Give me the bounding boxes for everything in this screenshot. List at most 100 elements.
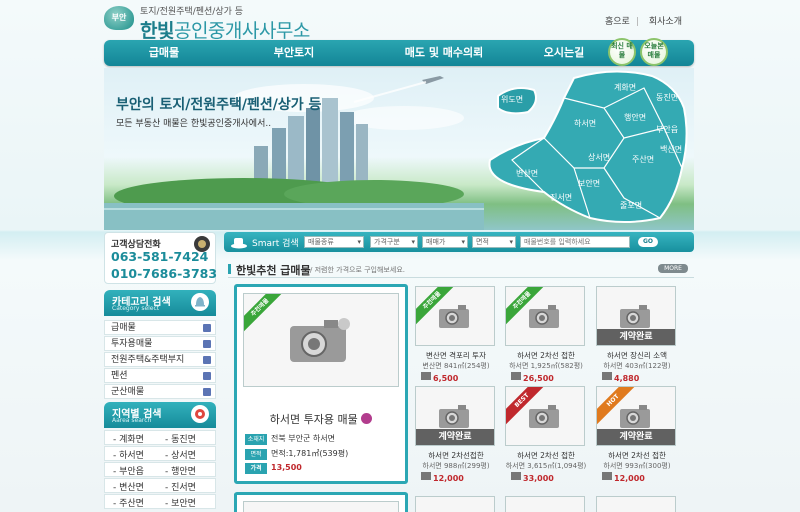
region-link[interactable]: - 변산면 bbox=[113, 480, 144, 493]
listing-thumbnail: 추천매물 bbox=[415, 286, 495, 346]
region-link[interactable]: - 동진면 bbox=[165, 432, 196, 445]
sale-price-select[interactable]: 매매가 bbox=[422, 236, 468, 248]
category-item-label: 투자용매물 bbox=[111, 339, 153, 349]
region-link[interactable]: - 행안면 bbox=[165, 464, 196, 477]
viewed-today-button[interactable]: 오늘본 매물 bbox=[640, 38, 668, 66]
category-item-label: 군산매물 bbox=[111, 387, 145, 397]
category-search-header: 카테고리 검색 Category select bbox=[104, 290, 216, 316]
listing-price-value: 33,000 bbox=[523, 474, 554, 483]
nav-directions[interactable]: 오시는길 bbox=[514, 40, 614, 66]
listing-card[interactable]: 계약완료 하서면 2차선접한 하서면 988㎡(299평) 12,000 bbox=[415, 386, 497, 484]
category-item[interactable]: 전원주택&주택부지 bbox=[104, 352, 216, 367]
recommend-subtitle: / 저렴한 가격으로 구입해보세요. bbox=[310, 266, 405, 274]
listing-price: 4,880 bbox=[602, 372, 639, 383]
region-link[interactable]: - 계화면 bbox=[113, 432, 144, 445]
more-button[interactable]: MORE bbox=[658, 264, 688, 273]
info-label: 소재지 bbox=[245, 434, 267, 445]
listing-area: 변산면 841㎡(254평) bbox=[422, 362, 490, 370]
featured-thumbnail bbox=[243, 501, 399, 512]
category-item-label: 급매물 bbox=[111, 323, 136, 333]
property-type-select[interactable]: 매물종류 bbox=[304, 236, 364, 248]
search-go-button[interactable]: GO bbox=[638, 237, 658, 247]
listing-area: 하서면 3,615㎡(1,094평) bbox=[505, 462, 587, 470]
home-link[interactable]: 홈으로 bbox=[605, 17, 630, 27]
sold-badge: 계약완료 bbox=[416, 429, 494, 445]
price-tag-icon bbox=[602, 472, 612, 480]
listing-thumbnail: 계약완료 bbox=[596, 286, 676, 346]
category-item[interactable]: 펜션 bbox=[104, 368, 216, 383]
map-district[interactable]: 행안면 bbox=[624, 112, 646, 123]
map-district[interactable]: 계화면 bbox=[614, 82, 636, 93]
camera-placeholder-icon bbox=[439, 405, 469, 428]
region-link[interactable]: - 상서면 bbox=[165, 448, 196, 461]
featured-listing-card[interactable]: 추천매물 하서면 투자용 매물 소재지 전북 부안군 하서면 면적 면적:1,781… bbox=[234, 284, 408, 484]
category-item-label: 전원주택&주택부지 bbox=[111, 355, 185, 365]
listing-price: 26,500 bbox=[511, 372, 554, 383]
map-district[interactable]: 진서면 bbox=[550, 192, 572, 203]
listing-area: 하서면 403㎡(122평) bbox=[603, 362, 671, 370]
map-district[interactable]: 보안면 bbox=[578, 178, 600, 189]
nav-sell-buy-request[interactable]: 매도 및 매수의뢰 bbox=[374, 40, 514, 66]
map-district[interactable]: 주산면 bbox=[632, 154, 654, 165]
category-item[interactable]: 군산매물 bbox=[104, 384, 216, 399]
map-district[interactable]: 백산면 bbox=[660, 144, 682, 155]
latest-listing-button[interactable]: 최신 매물 bbox=[608, 38, 636, 66]
region-link[interactable]: - 진서면 bbox=[165, 480, 196, 493]
map-district[interactable]: 줄포면 bbox=[620, 200, 642, 211]
map-district[interactable]: 동진면 bbox=[656, 92, 678, 103]
nav-urgent-sale[interactable]: 급매물 bbox=[114, 40, 214, 66]
region-row: - 하서면 - 상서면 bbox=[104, 446, 216, 461]
listing-number-input[interactable] bbox=[520, 236, 630, 248]
map-district[interactable]: 상서면 bbox=[588, 152, 610, 163]
map-district[interactable]: 하서면 bbox=[574, 118, 596, 129]
listing-price-value: 12,000 bbox=[614, 474, 645, 483]
camera-placeholder-icon bbox=[290, 318, 350, 362]
category-item[interactable]: 투자용매물 bbox=[104, 336, 216, 351]
banner-illustration bbox=[104, 70, 688, 230]
smart-search-bar: Smart 검색 매물종류 가격구분 매매가 면적 GO bbox=[224, 232, 694, 252]
listing-card[interactable]: 추천매물 하서면 2차선 접한 하서면 1,925㎡(582평) 26,500 bbox=[505, 286, 587, 384]
listing-thumbnail: 추천매물 bbox=[505, 286, 585, 346]
area-select[interactable]: 면적 bbox=[472, 236, 516, 248]
logo[interactable]: 부안 토지/전원주택/펜션/상가 등 한빛공인중개사사무소 bbox=[104, 4, 344, 42]
map-district[interactable]: 위도면 bbox=[501, 94, 523, 105]
region-link[interactable]: - 보안면 bbox=[165, 496, 196, 509]
info-label: 가격 bbox=[245, 463, 267, 474]
arrow-icon bbox=[203, 324, 211, 332]
listing-price-value: 6,500 bbox=[433, 374, 459, 383]
featured-ribbon: 추천매물 bbox=[244, 294, 286, 333]
region-link[interactable]: - 하서면 bbox=[113, 448, 144, 461]
price-type-select[interactable]: 가격구분 bbox=[370, 236, 418, 248]
category-search-subtitle: Category select bbox=[112, 305, 160, 312]
camera-placeholder-icon bbox=[439, 305, 469, 328]
info-value: 13,500 bbox=[271, 463, 302, 472]
category-item[interactable]: 급매물 bbox=[104, 320, 216, 335]
listing-thumbnail[interactable] bbox=[596, 496, 676, 512]
camera-placeholder-icon bbox=[620, 405, 650, 428]
listing-thumbnail: BEST bbox=[505, 386, 585, 446]
brand-name-bold: 한빛 bbox=[140, 20, 174, 42]
region-link[interactable]: - 부안읍 bbox=[113, 464, 144, 477]
listing-price: 12,000 bbox=[602, 472, 645, 483]
map-district[interactable]: 변산면 bbox=[516, 168, 538, 179]
region-search-subtitle: Aarea search bbox=[112, 417, 152, 424]
featured-location: 소재지 전북 부안군 하서면 bbox=[245, 433, 335, 445]
listing-title: 하서면 장신리 소액 bbox=[607, 351, 667, 360]
listing-card[interactable]: BEST 하서면 2차선 접한하서면 3,615㎡(1,094평) 33,000 bbox=[505, 386, 587, 484]
region-link[interactable]: - 주산면 bbox=[113, 496, 144, 509]
arrow-icon bbox=[203, 356, 211, 364]
company-link[interactable]: 회사소개 bbox=[649, 17, 682, 27]
featured-listing-card[interactable] bbox=[234, 492, 408, 512]
banner-title: 부안의 토지/전원주택/펜션/상가 등 bbox=[116, 97, 322, 113]
featured-title-text: 하서면 투자용 매물 bbox=[269, 413, 358, 426]
listing-card[interactable]: 추천매물 변산면 격포리 투자 변산면 841㎡(254평) 6,500 bbox=[415, 286, 497, 384]
nav-buan-land[interactable]: 부안토지 bbox=[244, 40, 344, 66]
listing-thumbnail[interactable] bbox=[505, 496, 585, 512]
listing-card[interactable]: 계약완료하서면 장신리 소액하서면 403㎡(122평) 4,880 bbox=[596, 286, 678, 384]
listing-thumbnail[interactable] bbox=[415, 496, 495, 512]
map-district[interactable]: 부안읍 bbox=[656, 124, 678, 135]
listing-card[interactable]: HOT 계약완료 하서면 2차선 접한 하서면 993㎡(300평) 12,000 bbox=[596, 386, 678, 484]
listing-area: 하서면 1,925㎡(582평) bbox=[509, 362, 583, 370]
logo-mark-icon: 부안 bbox=[104, 6, 134, 30]
listing-title: 하서면 2차선 접한 bbox=[517, 451, 575, 460]
